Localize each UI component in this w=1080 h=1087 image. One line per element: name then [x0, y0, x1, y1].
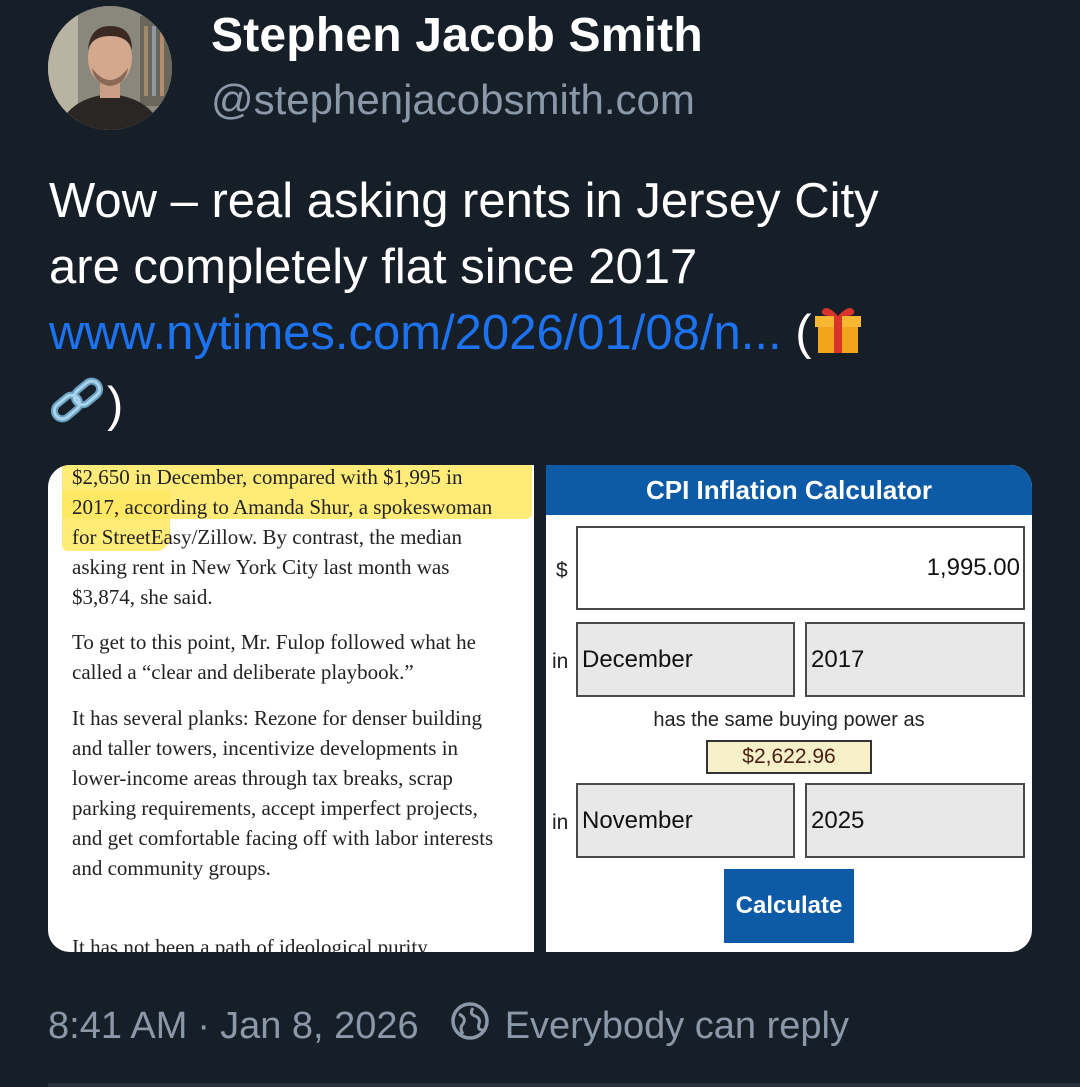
- post-text-line: Wow – real asking rents in Jersey City: [49, 174, 879, 228]
- article-paragraph: To get to this point, Mr. Fulop followed…: [72, 630, 476, 684]
- post-image[interactable]: $2,650 in December, compared with $1,995…: [48, 465, 1032, 952]
- to-month-select[interactable]: November: [576, 783, 795, 858]
- post-date[interactable]: Jan 8, 2026: [220, 1005, 419, 1048]
- from-year-select[interactable]: 2017: [805, 622, 1025, 697]
- reply-settings-icon: [449, 1000, 491, 1052]
- same-buying-power-text: has the same buying power as: [653, 709, 925, 731]
- article-excerpt: $2,650 in December, compared with $1,995…: [48, 465, 534, 952]
- divider: [48, 1083, 1080, 1087]
- paren-close: ): [107, 378, 124, 432]
- meta-separator: ·: [197, 1004, 211, 1047]
- result-value: $2,622.96: [706, 740, 872, 774]
- profile-photo-icon: [48, 6, 172, 130]
- post-link-line-2: ): [49, 372, 1049, 444]
- post-text: Wow – real asking rents in Jersey City a…: [49, 168, 1049, 444]
- in-label: in: [552, 650, 569, 673]
- avatar[interactable]: [48, 6, 172, 130]
- article-paragraph: It has several planks: Rezone for denser…: [72, 706, 494, 880]
- author-handle[interactable]: @stephenjacobsmith.com: [211, 76, 695, 124]
- from-month-select[interactable]: December: [576, 622, 795, 697]
- post-link-line: www.nytimes.com/2026/01/08/n... (: [49, 300, 1049, 372]
- paren-open: (: [795, 306, 812, 360]
- author-name[interactable]: Stephen Jacob Smith: [211, 8, 703, 63]
- post-time[interactable]: 8:41 AM: [48, 1005, 187, 1048]
- cpi-calculator: CPI Inflation Calculator $ 1,995.00 in D…: [546, 465, 1032, 952]
- post-text-line: are completely flat since 2017: [49, 240, 698, 294]
- amount-input[interactable]: 1,995.00: [576, 526, 1025, 610]
- link-icon: [49, 375, 107, 444]
- in-label: in: [552, 811, 569, 834]
- calculate-button[interactable]: Calculate: [724, 869, 854, 943]
- calculator-title: CPI Inflation Calculator: [546, 465, 1032, 515]
- to-year-select[interactable]: 2025: [805, 783, 1025, 858]
- article-paragraph: It has not been a path of ideological pu…: [72, 935, 428, 952]
- article-paragraph: $2,650 in December, compared with $1,995…: [72, 465, 493, 609]
- currency-label: $: [556, 559, 568, 582]
- post-meta: 8:41 AM · Jan 8, 2026 Everybody can repl…: [48, 1000, 849, 1052]
- post-link[interactable]: www.nytimes.com/2026/01/08/n...: [49, 306, 782, 360]
- reply-setting-text[interactable]: Everybody can reply: [505, 1005, 849, 1048]
- gift-icon: [812, 303, 864, 372]
